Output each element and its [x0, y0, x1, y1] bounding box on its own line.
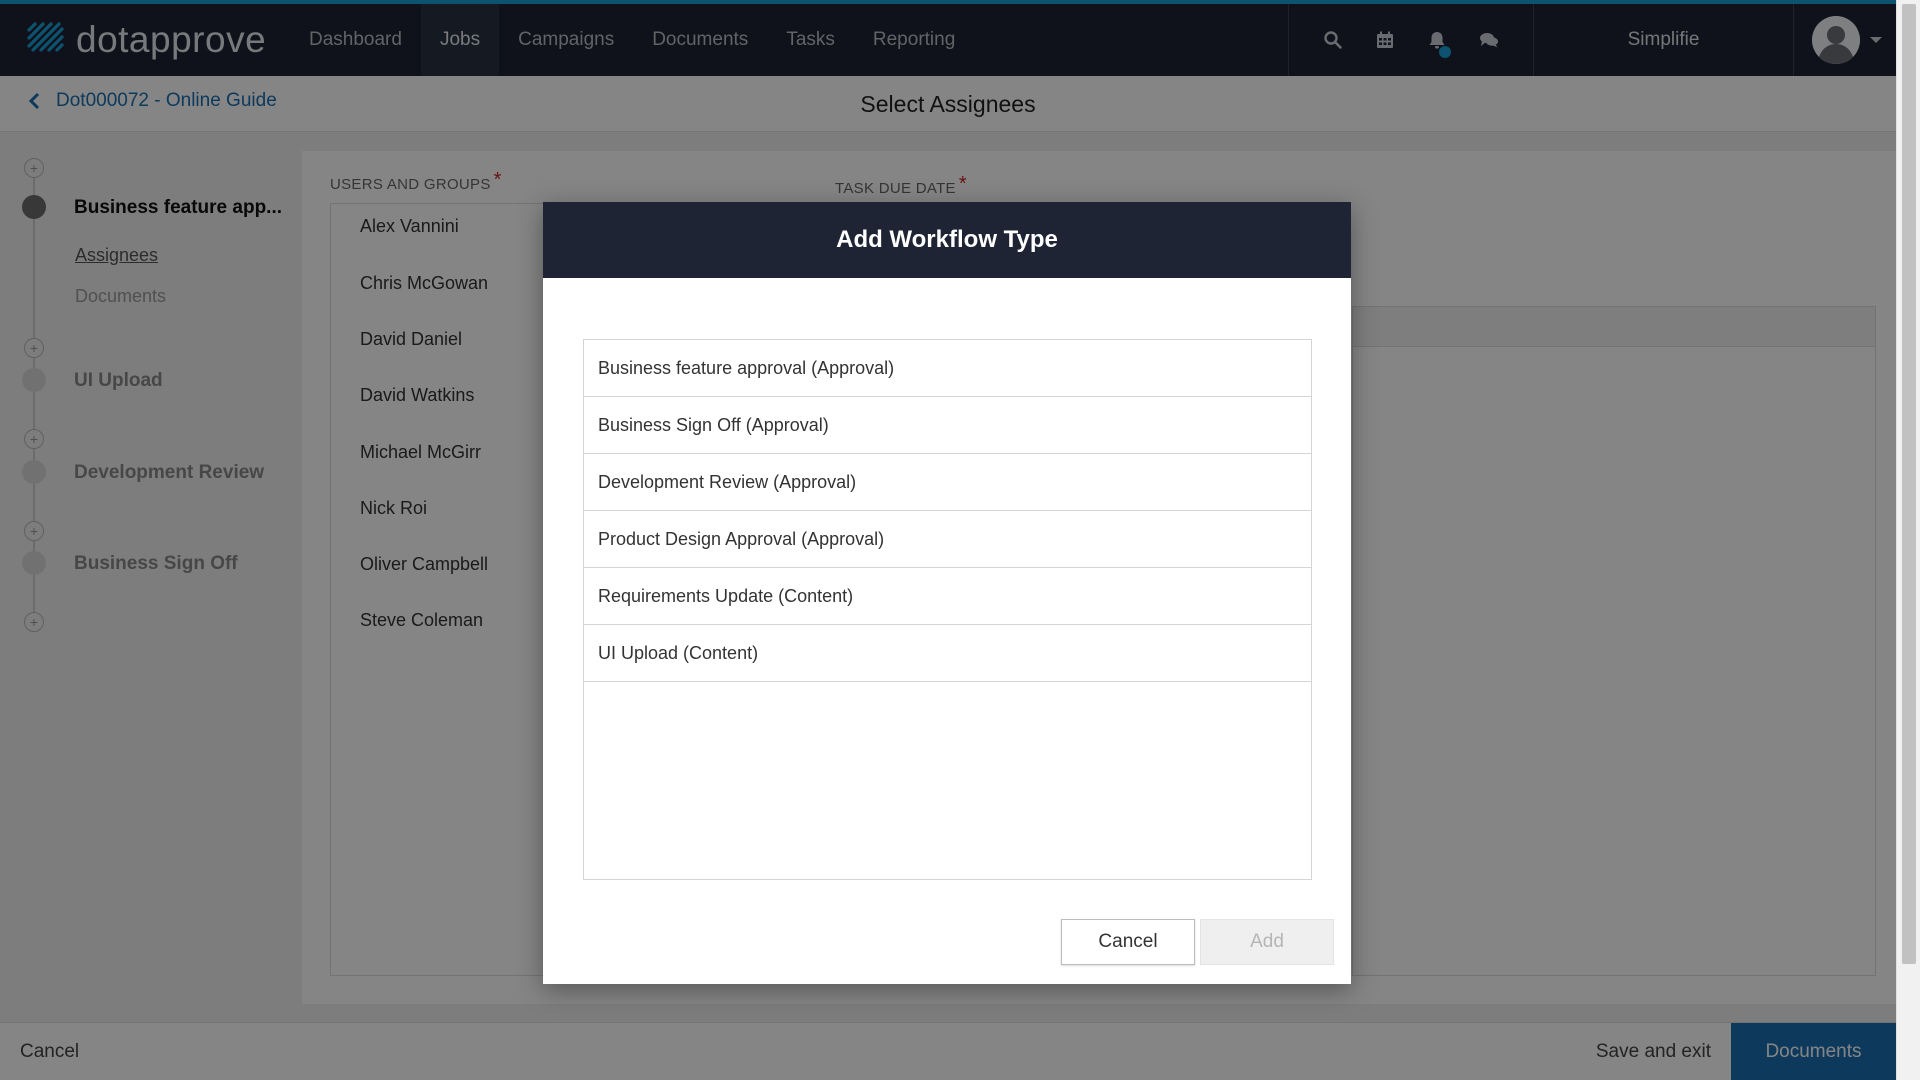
add-button[interactable]: Add	[1200, 919, 1334, 965]
workflow-type-option[interactable]: Product Design Approval (Approval)	[584, 511, 1311, 568]
add-workflow-type-dialog: Add Workflow Type Business feature appro…	[543, 202, 1351, 984]
workflow-type-list[interactable]: Business feature approval (Approval) Bus…	[583, 339, 1312, 880]
cancel-button[interactable]: Cancel	[1061, 919, 1195, 965]
page-scrollbar[interactable]	[1896, 0, 1920, 1080]
workflow-type-option[interactable]: UI Upload (Content)	[584, 625, 1311, 682]
dialog-title: Add Workflow Type	[543, 202, 1351, 278]
workflow-type-option[interactable]: Business Sign Off (Approval)	[584, 397, 1311, 454]
workflow-type-option[interactable]: Requirements Update (Content)	[584, 568, 1311, 625]
scrollbar-thumb[interactable]	[1902, 4, 1916, 964]
workflow-type-option[interactable]: Development Review (Approval)	[584, 454, 1311, 511]
workflow-type-option[interactable]: Business feature approval (Approval)	[584, 340, 1311, 397]
